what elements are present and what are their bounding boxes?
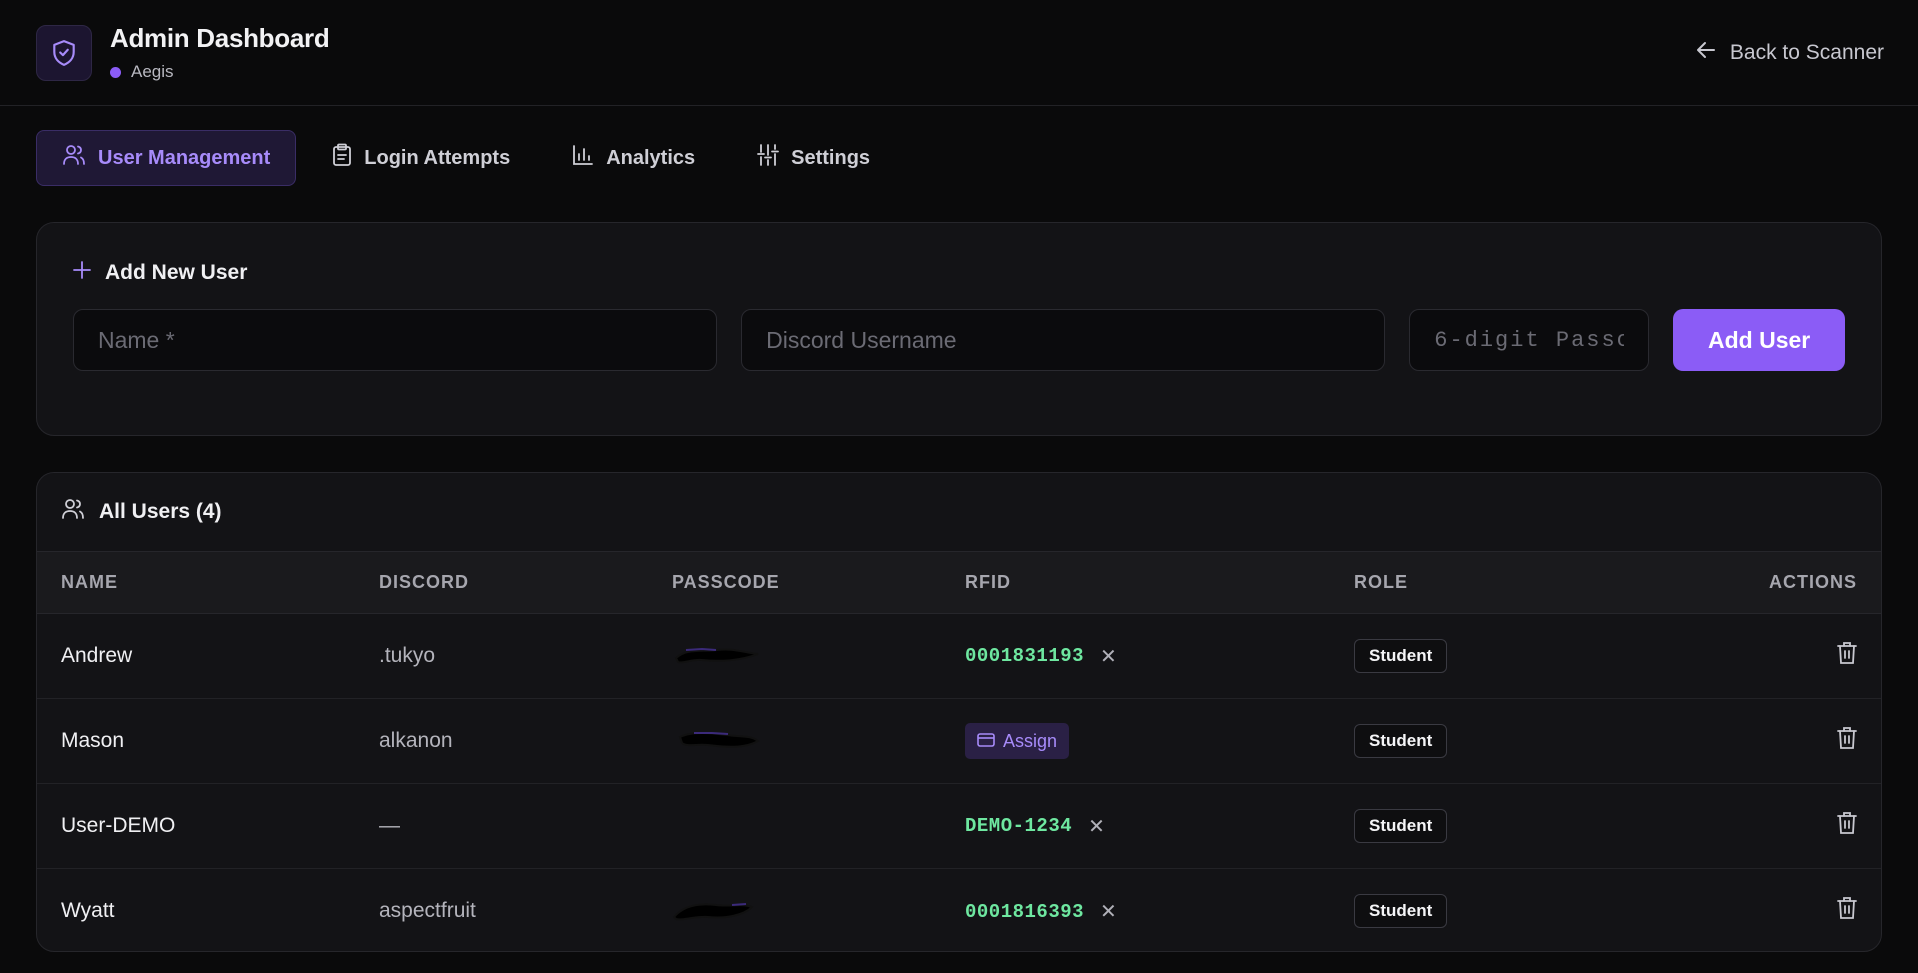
tab-label: Settings: [791, 146, 871, 169]
trash-icon[interactable]: [1837, 811, 1857, 841]
trash-icon[interactable]: [1837, 641, 1857, 671]
tab-bar: User Management Login Attempts Analytics…: [0, 106, 1918, 186]
user-role: Student: [1330, 699, 1611, 784]
plus-icon: [73, 261, 91, 285]
user-discord: aspectfruit: [379, 899, 476, 923]
table-header-row: NAME DISCORD PASSCODE RFID ROLE ACTIONS: [37, 551, 1881, 614]
tab-analytics[interactable]: Analytics: [546, 130, 721, 186]
user-discord: alkanon: [379, 729, 453, 752]
table-row: Andrew .tukyo 0001831193 ✕ Student: [37, 614, 1881, 699]
all-users-heading: All Users (4): [37, 473, 1881, 551]
sliders-icon: [757, 143, 780, 173]
passcode-input[interactable]: [1409, 309, 1650, 371]
discord-username-input[interactable]: [741, 309, 1386, 371]
user-discord: .tukyo: [379, 644, 436, 667]
user-name: Mason: [61, 729, 125, 752]
role-badge: Student: [1354, 894, 1448, 929]
assign-label: Assign: [1003, 730, 1058, 751]
role-badge: Student: [1354, 724, 1448, 758]
rfid-value: DEMO-1234: [965, 815, 1073, 838]
add-user-card: Add New User Add User: [36, 222, 1882, 436]
role-badge: Student: [1354, 639, 1448, 673]
remove-rfid-button[interactable]: ✕: [1100, 899, 1117, 924]
status-dot: [110, 66, 121, 78]
user-name: Andrew: [61, 644, 133, 667]
name-input[interactable]: [73, 309, 718, 371]
users-icon: [61, 498, 85, 526]
user-name: Wyatt: [61, 899, 115, 923]
user-rfid: DEMO-1234 ✕: [941, 784, 1330, 869]
users-table: NAME DISCORD PASSCODE RFID ROLE ACTIONS …: [37, 551, 1881, 952]
tab-user-management[interactable]: User Management: [36, 130, 297, 186]
app-header: Admin Dashboard Aegis Back to Scanner: [0, 0, 1918, 106]
table-row: Wyatt aspectfruit 0001816393 ✕ Student: [37, 869, 1881, 952]
tab-settings[interactable]: Settings: [731, 130, 896, 186]
shield-check-icon: [36, 24, 92, 81]
remove-rfid-button[interactable]: ✕: [1100, 644, 1117, 669]
clipboard-icon: [332, 143, 352, 173]
user-rfid: 0001831193 ✕: [941, 614, 1330, 699]
user-actions: [1611, 784, 1881, 869]
rfid-value: 0001831193: [965, 645, 1085, 668]
table-row: Mason alkanon Assign Student: [37, 699, 1881, 784]
user-role: Student: [1330, 869, 1611, 952]
trash-icon[interactable]: [1837, 726, 1857, 756]
role-badge: Student: [1354, 809, 1448, 843]
column-header-rfid: RFID: [965, 572, 1011, 592]
add-user-form: Add User: [73, 309, 1845, 371]
column-header-discord: DISCORD: [379, 572, 470, 592]
add-user-title: Add New User: [105, 261, 248, 284]
user-actions: [1611, 699, 1881, 784]
tab-label: Analytics: [606, 146, 696, 169]
brand: Admin Dashboard Aegis: [36, 23, 330, 82]
tab-login-attempts[interactable]: Login Attempts: [306, 130, 536, 186]
column-header-passcode: PASSCODE: [672, 572, 780, 592]
tab-label: User Management: [98, 146, 271, 169]
user-discord: —: [379, 814, 400, 837]
column-header-actions: ACTIONS: [1769, 572, 1857, 592]
redacted-scribble: [678, 732, 760, 748]
column-header-role: ROLE: [1354, 572, 1409, 592]
remove-rfid-button[interactable]: ✕: [1088, 814, 1105, 839]
user-actions: [1611, 869, 1881, 952]
redacted-scribble: [674, 647, 759, 664]
user-name: User-DEMO: [61, 814, 176, 837]
user-role: Student: [1330, 784, 1611, 869]
user-passcode: [648, 614, 941, 699]
bar-chart-icon: [572, 144, 594, 172]
user-passcode: [648, 784, 941, 869]
user-rfid: Assign: [941, 699, 1330, 784]
add-user-button[interactable]: Add User: [1673, 309, 1845, 371]
tab-label: Login Attempts: [364, 146, 511, 169]
trash-icon[interactable]: [1837, 896, 1857, 926]
user-rfid: 0001816393 ✕: [941, 869, 1330, 952]
assign-rfid-button[interactable]: Assign: [965, 723, 1070, 759]
org-label: Aegis: [110, 62, 329, 82]
add-user-heading: Add New User: [73, 261, 1845, 285]
all-users-card: All Users (4) NAME DISCORD PASSCODE RFID…: [36, 472, 1882, 952]
user-role: Student: [1330, 614, 1611, 699]
rfid-value: 0001816393: [965, 900, 1085, 923]
user-passcode: [648, 699, 941, 784]
table-row: User-DEMO — DEMO-1234 ✕ Student: [37, 784, 1881, 869]
credit-card-icon: [977, 731, 995, 752]
arrow-left-icon: [1696, 41, 1716, 65]
all-users-title: All Users (4): [99, 500, 222, 523]
redacted-scribble: [672, 903, 754, 921]
user-passcode: [648, 869, 941, 952]
user-actions: [1611, 614, 1881, 699]
back-to-scanner-link[interactable]: Back to Scanner: [1696, 41, 1884, 65]
page-title: Admin Dashboard: [110, 23, 330, 53]
column-header-name: NAME: [61, 572, 118, 592]
users-icon: [62, 144, 86, 172]
back-label: Back to Scanner: [1729, 40, 1884, 64]
org-name: Aegis: [131, 62, 174, 81]
